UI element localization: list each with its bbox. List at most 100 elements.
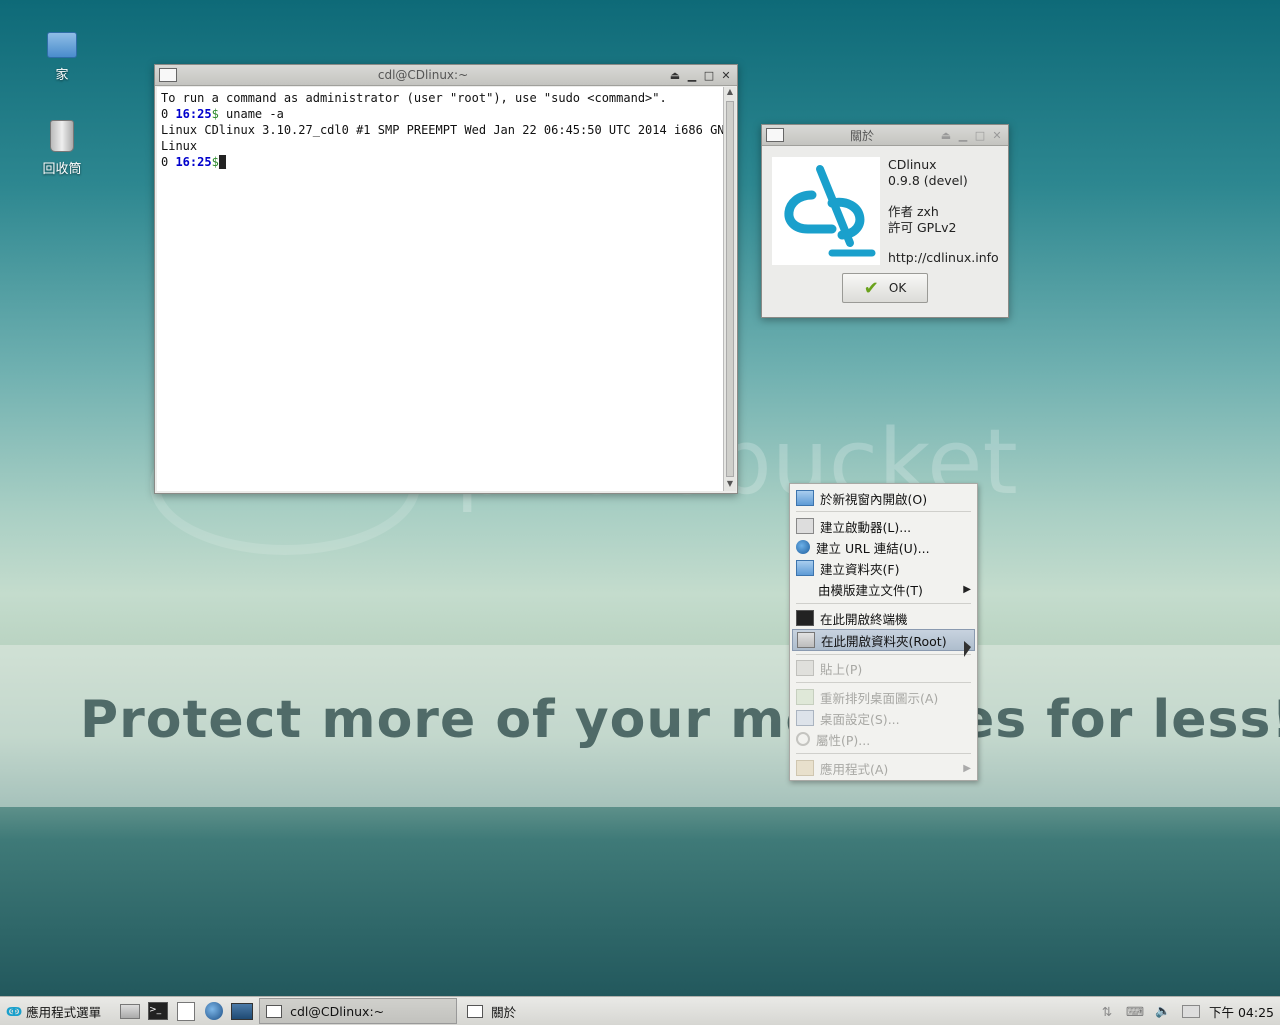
menu-item-desktop-settings[interactable]: 桌面設定(S)... [792,708,975,728]
menu-separator [796,654,971,655]
close-icon[interactable]: ✕ [719,68,733,82]
menu-item-open-folder-root[interactable]: 在此開啟資料夾(Root) [792,629,975,651]
text-editor-launcher-icon[interactable] [175,1001,197,1021]
gear-icon [796,732,810,746]
watermark-text: Protect more of your memories for less! [80,690,1280,750]
maximize-icon[interactable]: □ [973,128,987,142]
network-icon[interactable]: ⇅ [1096,1001,1118,1021]
applications-menu-label: 應用程式選單 [26,1004,102,1020]
menu-item-open-terminal[interactable]: 在此開啟終端機 [792,608,975,628]
scrollbar-thumb[interactable] [726,101,734,477]
menu-separator [796,682,971,683]
mouse-pointer-icon [964,641,971,657]
keyboard-icon[interactable]: ⌨ [1124,1001,1146,1021]
folder-icon [797,632,815,648]
menu-item-paste[interactable]: 貼上(P) [792,658,975,678]
desktop-icon-home-label: 家 [55,68,69,83]
desktop-icon-trash[interactable]: 回收筒 [27,120,97,177]
taskbar: ↂ 應用程式選單 >_ cdl@CDlinux:~ 關於 ⇅ ⌨ 🔈 下午 04… [0,996,1280,1025]
scroll-up-icon[interactable]: ▲ [724,87,736,99]
app-license: 許可 GPLv2 [888,220,957,235]
menu-item-create-from-template[interactable]: 由模版建立文件(T) ▶ [792,579,975,599]
checkmark-icon: ✔ [863,277,879,299]
terminal-line: Linux [161,139,198,153]
shade-icon[interactable]: ⏏ [668,68,682,82]
submenu-arrow-icon: ▶ [963,762,971,774]
launcher-icon [796,518,814,534]
show-desktop-launcher-icon[interactable] [231,1001,254,1021]
app-url[interactable]: http://cdlinux.info [888,250,999,266]
terminal-scrollbar[interactable]: ▲ ▼ [723,87,736,491]
desktop-settings-icon [796,710,814,726]
task-about[interactable]: 關於 [460,998,624,1024]
folder-icon [796,560,814,576]
menu-item-create-launcher[interactable]: 建立啟動器(L)... [792,516,975,536]
clock[interactable]: 下午 04:25 [1205,1002,1280,1021]
home-folder-icon [47,32,77,58]
app-name: CDlinux [888,157,937,172]
scroll-down-icon[interactable]: ▼ [724,479,736,491]
cdlinux-menu-icon: ↂ [6,1003,23,1019]
paste-icon [796,660,814,676]
terminal-window: cdl@CDlinux:~ ⏏ ▁ □ ✕ To run a command a… [154,64,738,494]
about-dialog: 關於 ⏏ ▁ □ ✕ CDlinux 0.9.8 (devel) 作者 zxh … [761,124,1009,318]
desktop-context-menu: 於新視窗內開啟(O) 建立啟動器(L)... 建立 URL 連結(U)... 建… [789,483,978,781]
menu-item-open-new-window[interactable]: 於新視窗內開啟(O) [792,488,975,508]
ok-button-label: OK [888,281,907,295]
terminal-title: cdl@CDlinux:~ [377,68,469,82]
prompt-symbol: $ [211,107,219,121]
menu-separator [796,753,971,754]
menu-item-create-url-link[interactable]: 建立 URL 連結(U)... [792,537,975,557]
volume-icon[interactable]: 🔈 [1152,1001,1174,1021]
terminal-output[interactable]: To run a command as administrator (user … [157,87,723,491]
desktop-icon-trash-label: 回收筒 [42,162,82,177]
prompt-symbol: $ [211,155,219,169]
home-folder-launcher-icon[interactable] [119,1001,141,1021]
blank-icon [796,582,812,596]
menu-separator [796,603,971,604]
terminal-line: 0 16:25$_ [161,155,227,169]
prompt-time: 16:25 [175,155,212,169]
close-icon[interactable]: ✕ [990,128,1004,142]
applications-menu-button[interactable]: ↂ 應用程式選單 [0,998,107,1024]
prompt-time: 16:25 [175,107,212,121]
minimize-icon[interactable]: ▁ [956,128,970,142]
terminal-line: 0 16:25$ uname -a [161,107,284,121]
app-author: 作者 zxh [888,204,939,219]
web-browser-launcher-icon[interactable] [203,1001,225,1021]
about-title: 關於 [849,128,874,143]
terminal-icon [796,610,814,626]
globe-icon [796,540,810,554]
trash-icon [50,120,74,152]
applications-icon [796,760,814,776]
desktop-icon-home[interactable]: 家 [27,32,97,83]
menu-separator [796,511,971,512]
window-menu-icon[interactable] [766,128,784,142]
maximize-icon[interactable]: □ [702,68,716,82]
app-version: 0.9.8 (devel) [888,173,968,188]
task-terminal[interactable]: cdl@CDlinux:~ [259,998,458,1024]
window-icon [467,1004,484,1018]
shade-icon[interactable]: ⏏ [939,128,953,142]
folder-icon [796,490,814,506]
terminal-command: uname -a [218,107,284,121]
terminal-line: To run a command as administrator (user … [161,91,667,105]
arrange-icon [796,689,814,705]
cdlinux-logo [772,157,880,265]
about-titlebar[interactable]: 關於 ⏏ ▁ □ ✕ [762,125,1008,146]
terminal-launcher-icon[interactable]: >_ [147,1001,169,1021]
terminal-titlebar[interactable]: cdl@CDlinux:~ ⏏ ▁ □ ✕ [155,65,737,86]
window-menu-icon[interactable] [159,68,177,82]
terminal-line: Linux CDlinux 3.10.27_cdl0 #1 SMP PREEMP… [161,123,723,137]
menu-item-properties[interactable]: 屬性(P)... [792,729,975,749]
cursor: _ [218,155,227,169]
ok-button[interactable]: ✔ OK [842,273,928,303]
removable-drive-icon[interactable] [1180,1001,1202,1021]
menu-item-create-folder[interactable]: 建立資料夾(F) [792,558,975,578]
about-info: CDlinux 0.9.8 (devel) 作者 zxh 許可 GPLv2 ht… [888,157,999,266]
window-icon [266,1004,283,1018]
menu-item-applications[interactable]: 應用程式(A) ▶ [792,758,975,778]
submenu-arrow-icon: ▶ [963,583,971,595]
menu-item-arrange-icons[interactable]: 重新排列桌面圖示(A) [792,687,975,707]
minimize-icon[interactable]: ▁ [685,68,699,82]
